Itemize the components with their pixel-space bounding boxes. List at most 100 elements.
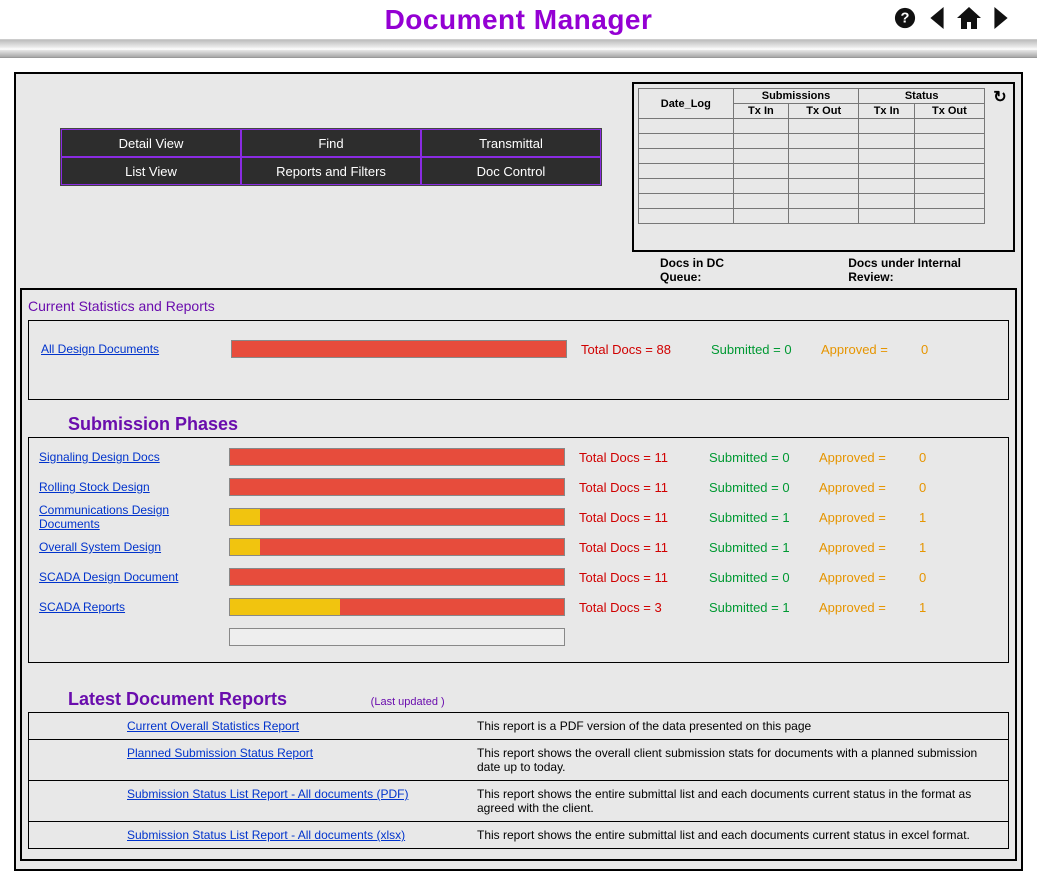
phase-approved-val: 1 — [919, 600, 939, 615]
phase-total: Total Docs = 11 — [579, 540, 709, 555]
phase-submitted: Submitted = 1 — [709, 540, 819, 555]
table-row — [639, 209, 985, 224]
phase-row: Overall System Design Total Docs = 11Subm… — [39, 532, 998, 562]
phase-row: Communications Design Documents Total Doc… — [39, 502, 998, 532]
phases-heading: Submission Phases — [68, 414, 1009, 435]
phase-bar — [229, 598, 565, 616]
table-row — [639, 134, 985, 149]
docs-dc-queue-label: Docs in DC Queue: — [660, 256, 768, 284]
last-updated: (Last updated ) — [371, 696, 445, 708]
doc-control-button[interactable]: Doc Control — [421, 157, 601, 185]
phase-total: Total Docs = 11 — [579, 510, 709, 525]
phase-approved-label: Approved = — [819, 570, 919, 585]
phase-approved-val: 1 — [919, 510, 939, 525]
report-row: Submission Status List Report - All docu… — [29, 822, 1008, 848]
phase-link[interactable]: Rolling Stock Design — [39, 480, 150, 494]
main-panel: Current Statistics and Reports All Desig… — [20, 288, 1017, 861]
phase-row-empty — [39, 622, 998, 652]
status-table: Date_Log Submissions Status Tx In Tx Out… — [638, 88, 985, 224]
phase-row: Signaling Design Docs Total Docs = 11Subm… — [39, 442, 998, 472]
nav-icons: ? — [893, 6, 1013, 30]
all-design-approved-val: 0 — [921, 342, 941, 357]
phase-total: Total Docs = 11 — [579, 480, 709, 495]
phase-submitted: Submitted = 1 — [709, 600, 819, 615]
phase-total: Total Docs = 11 — [579, 570, 709, 585]
phase-link[interactable]: Communications Design Documents — [39, 503, 169, 531]
col-txin2: Tx In — [859, 104, 914, 119]
list-view-button[interactable]: List View — [61, 157, 241, 185]
reports-filters-button[interactable]: Reports and Filters — [241, 157, 421, 185]
col-date-log: Date_Log — [639, 89, 734, 119]
report-desc: This report shows the entire submittal l… — [477, 787, 1000, 815]
phase-link[interactable]: SCADA Design Document — [39, 570, 178, 584]
all-design-submitted: Submitted = 0 — [711, 342, 821, 357]
all-design-total: Total Docs = 88 — [581, 342, 711, 357]
back-icon[interactable] — [925, 6, 949, 30]
col-txout2: Tx Out — [914, 104, 984, 119]
phase-bar — [229, 478, 565, 496]
report-row: Current Overall Statistics Report This re… — [29, 713, 1008, 740]
phase-bar-empty — [229, 628, 565, 646]
phase-approved-label: Approved = — [819, 450, 919, 465]
gradient-bar — [0, 40, 1037, 58]
forward-icon[interactable] — [989, 6, 1013, 30]
report-link[interactable]: Current Overall Statistics Report — [127, 719, 299, 733]
phase-link[interactable]: SCADA Reports — [39, 600, 125, 614]
phase-approved-label: Approved = — [819, 480, 919, 495]
docs-internal-review-label: Docs under Internal Review: — [848, 256, 1009, 284]
phase-bar — [229, 568, 565, 586]
phase-link[interactable]: Signaling Design Docs — [39, 450, 160, 464]
phase-approved-val: 0 — [919, 570, 939, 585]
report-desc: This report shows the overall client sub… — [477, 746, 1000, 774]
phase-submitted: Submitted = 0 — [709, 570, 819, 585]
phase-approved-val: 0 — [919, 480, 939, 495]
status-panel: Date_Log Submissions Status Tx In Tx Out… — [632, 82, 1015, 252]
col-txout: Tx Out — [789, 104, 859, 119]
report-link[interactable]: Submission Status List Report - All docu… — [127, 787, 408, 801]
transmittal-button[interactable]: Transmittal — [421, 129, 601, 157]
help-icon[interactable]: ? — [893, 6, 917, 30]
find-button[interactable]: Find — [241, 129, 421, 157]
phase-row: SCADA Design Document Total Docs = 11Subm… — [39, 562, 998, 592]
table-row — [639, 119, 985, 134]
all-design-approved-label: Approved = — [821, 342, 921, 357]
ldr-heading: Latest Document Reports — [68, 689, 287, 710]
phase-total: Total Docs = 11 — [579, 450, 709, 465]
table-row — [639, 179, 985, 194]
phase-bar — [229, 538, 565, 556]
phase-approved-label: Approved = — [819, 510, 919, 525]
col-txin: Tx In — [733, 104, 788, 119]
table-row — [639, 164, 985, 179]
phase-submitted: Submitted = 1 — [709, 510, 819, 525]
phase-total: Total Docs = 3 — [579, 600, 709, 615]
phase-link[interactable]: Overall System Design — [39, 540, 161, 554]
home-icon[interactable] — [957, 6, 981, 30]
col-group-status: Status — [859, 89, 985, 104]
phase-row: SCADA Reports Total Docs = 3Submitted = 1… — [39, 592, 998, 622]
report-desc: This report shows the entire submittal l… — [477, 828, 1000, 842]
stats-heading: Current Statistics and Reports — [28, 298, 1009, 314]
phase-approved-label: Approved = — [819, 540, 919, 555]
refresh-icon[interactable]: ↻ — [991, 88, 1009, 106]
page-container: Detail View Find Transmittal List View R… — [14, 72, 1023, 871]
all-design-bar — [231, 340, 567, 358]
phase-bar — [229, 448, 565, 466]
all-design-link[interactable]: All Design Documents — [41, 342, 159, 356]
phase-approved-label: Approved = — [819, 600, 919, 615]
phase-row: Rolling Stock Design Total Docs = 11Submi… — [39, 472, 998, 502]
reports-box: Current Overall Statistics Report This re… — [28, 712, 1009, 849]
report-desc: This report is a PDF version of the data… — [477, 719, 1000, 733]
phase-approved-val: 1 — [919, 540, 939, 555]
phase-bar — [229, 508, 565, 526]
phase-submitted: Submitted = 0 — [709, 480, 819, 495]
svg-text:?: ? — [901, 11, 910, 27]
main-button-grid: Detail View Find Transmittal List View R… — [60, 128, 602, 186]
detail-view-button[interactable]: Detail View — [61, 129, 241, 157]
report-link[interactable]: Planned Submission Status Report — [127, 746, 313, 760]
report-row: Planned Submission Status Report This rep… — [29, 740, 1008, 781]
report-link[interactable]: Submission Status List Report - All docu… — [127, 828, 405, 842]
top-bar: Document Manager ? — [0, 0, 1037, 40]
phase-submitted: Submitted = 0 — [709, 450, 819, 465]
phases-box: Signaling Design DocsTotal Docs = 11Subm… — [28, 437, 1009, 663]
table-row — [639, 194, 985, 209]
